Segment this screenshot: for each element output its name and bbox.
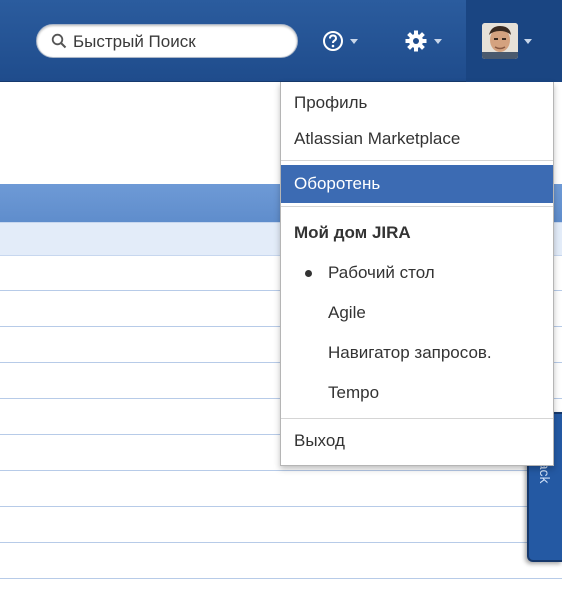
menu-item-issue-navigator[interactable]: Навигатор запросов. [281,334,553,372]
chevron-down-icon [350,38,358,44]
menu-divider [281,206,553,207]
user-profile-menu-button[interactable] [466,0,562,82]
gear-icon [405,30,427,52]
top-header-bar: Быстрый Поиск [0,0,562,82]
quick-search-input[interactable]: Быстрый Поиск [36,24,298,58]
table-row-divider [0,470,562,471]
menu-item-atlassian-marketplace[interactable]: Atlassian Marketplace [281,120,553,158]
menu-section-heading: Мой дом JIRA [294,223,411,242]
table-row-divider [0,506,562,507]
selected-bullet-icon [305,270,312,277]
chevron-down-icon [434,38,442,44]
menu-item-profile[interactable]: Профиль [281,84,553,122]
avatar [482,23,518,59]
menu-item-werewolf[interactable]: Оборотень [281,165,553,203]
table-row-divider [0,542,562,543]
menu-item-label: Рабочий стол [328,263,435,282]
menu-item-agile[interactable]: Agile [281,294,553,332]
search-icon [51,33,67,49]
menu-item-logout[interactable]: Выход [281,422,553,460]
search-placeholder: Быстрый Поиск [73,32,196,51]
help-menu-button[interactable] [322,18,382,64]
table-row-divider [0,578,562,579]
chevron-down-icon [524,38,532,44]
menu-divider [281,418,553,419]
menu-divider [281,160,553,161]
help-icon [323,31,343,51]
menu-item-dashboard[interactable]: Рабочий стол [281,254,553,292]
menu-item-tempo[interactable]: Tempo [281,374,553,412]
admin-settings-button[interactable] [404,18,464,64]
user-profile-dropdown: Профиль Atlassian Marketplace Оборотень … [280,82,554,466]
